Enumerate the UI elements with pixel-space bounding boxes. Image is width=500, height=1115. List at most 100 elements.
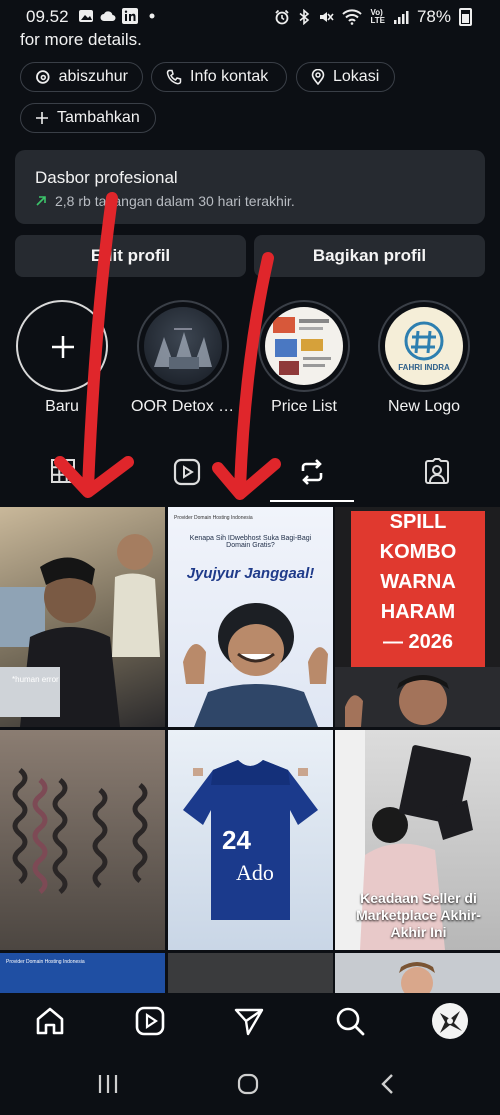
tab-reposts[interactable] [298,458,326,491]
system-navigation-bar [0,1053,500,1115]
add-link-chip[interactable]: Tambahkan [20,103,156,133]
dashboard-subtitle-row: 2,8 rb tayangan dalam 30 hari terakhir. [35,193,295,209]
post-photo-man [335,667,500,727]
status-time: 09.52 [26,7,69,26]
edit-profile-button[interactable]: Edit profil [15,235,246,277]
post-thumbnail[interactable] [0,730,165,950]
grid-icon [51,459,75,483]
post-caption: Keadaan Seller di Marketplace Akhir-Akhi… [356,890,481,940]
location-chip[interactable]: Lokasi [296,62,395,92]
battery-percent: 78% [416,7,451,26]
post-thumbnail[interactable]: 24 Ado [168,730,333,950]
plus-icon [52,336,74,358]
share-profile-button[interactable]: Bagikan profil [254,235,485,277]
fahri-indra-logo [404,321,444,361]
back-icon[interactable] [378,1073,398,1095]
plus-icon [36,112,48,124]
send-icon[interactable] [233,1005,265,1037]
post-headline: Jyujyur Janggaal! [186,565,315,582]
home-circle-icon[interactable] [236,1073,260,1095]
search-icon[interactable] [334,1005,366,1037]
dot-icon [149,13,155,19]
wifi-icon [342,9,363,25]
volte-icon: Vo) LTE [370,8,385,25]
highlight-price-list[interactable]: Price List [256,300,352,416]
highlight-cover [258,300,350,392]
post-thumbnail[interactable]: Provider Domain Hosting Indonesia [0,953,165,995]
tab-tagged[interactable] [423,458,451,491]
poster-line: SPILL [389,511,447,533]
post-thumbnail[interactable]: Provider Domain Hosting Indonesia Kenapa… [168,507,333,727]
image-icon [79,10,93,22]
new-logo-cover-image: FAHRI INDRA [385,307,463,385]
poster-line: HARAM [380,601,456,623]
avatar-drawing [440,1011,462,1033]
highlight-label: Baru [45,398,79,415]
alarm-icon [275,9,290,25]
post-thumbnail[interactable]: Keadaan Seller di Marketplace Akhir-Akhi… [335,730,500,950]
highlight-new[interactable]: Baru [14,300,110,416]
bluetooth-icon [299,9,310,25]
post-thumbnail[interactable]: SPILL KOMBO WARNA HARAM — 2026 [335,507,500,727]
add-link-label: Tambahkan [57,109,140,126]
cloud-icon [100,11,116,21]
notification-icons [78,8,160,24]
poster-line: KOMBO [379,541,457,563]
linkedin-icon [122,8,138,24]
threads-chip[interactable]: abiszuhur [20,62,143,92]
threads-icon [36,70,50,84]
jersey-text: Ado [236,860,274,885]
location-label: Lokasi [333,68,380,85]
contact-info-label: Info kontak [190,68,269,85]
post-photo-helmet [183,603,328,727]
profile-tabs [0,450,500,502]
price-list-cover-image [265,307,343,385]
post-thumbnail[interactable]: *human error [0,507,165,727]
building-illustration [154,328,212,369]
bio-text: for more details. [20,30,142,49]
battery-icon [459,8,472,26]
highlight-new-logo[interactable]: FAHRI INDRA New Logo [376,300,472,416]
system-status-icons: Vo) LTE 78% [274,7,472,27]
oor-detox-cover-image [144,307,222,385]
post-photo-springs [12,768,148,894]
professional-dashboard-card[interactable]: Dasbor profesional 2,8 rb tayangan dalam… [15,150,485,224]
home-icon[interactable] [34,1005,66,1037]
reels-icon [173,458,201,486]
phone-icon [166,69,182,85]
tab-grid[interactable] [50,458,76,489]
dashboard-subtitle: 2,8 rb tayangan dalam 30 hari terakhir. [55,193,295,209]
signal-icon [393,11,409,24]
logo-text: FAHRI INDRA [398,363,450,372]
mute-icon [320,12,335,22]
tab-reels[interactable] [173,458,201,491]
post-header: Provider Domain Hosting Indonesia [6,959,85,965]
profile-avatar[interactable] [432,1003,468,1039]
highlight-oor-detox[interactable]: OOR Detox JK... [131,300,235,416]
highlight-cover: FAHRI INDRA [378,300,470,392]
poster-line: WARNA [380,571,456,593]
post-thumbnail[interactable] [168,953,333,995]
recents-icon[interactable] [96,1073,120,1095]
tagged-person-icon [425,458,449,484]
highlight-cover [137,300,229,392]
reels-icon[interactable] [134,1005,166,1037]
poster-line: — 2026 [382,631,454,653]
highlight-label: OOR Detox JK... [131,398,235,415]
jersey-number: 24 [222,825,251,855]
post-caption: *human error [12,675,59,684]
post-header: Provider Domain Hosting Indonesia [174,515,253,521]
highlight-label: Price List [271,398,337,415]
repost-icon [301,459,323,485]
post-thumbnail[interactable] [335,953,500,995]
post-photo-person [399,962,435,995]
dashboard-title: Dasbor profesional [35,168,178,187]
contact-info-chip[interactable]: Info kontak [151,62,287,92]
bottom-navigation [0,993,500,1053]
trend-up-icon [36,196,46,206]
highlight-new-circle [16,300,108,392]
post-poster-text: SPILL KOMBO WARNA HARAM — 2026 [351,507,485,657]
location-pin-icon [311,69,325,85]
post-question: Kenapa Sih IDwebhost Suka Bagi-Bagi Doma… [189,535,312,549]
highlight-label: New Logo [387,398,461,415]
